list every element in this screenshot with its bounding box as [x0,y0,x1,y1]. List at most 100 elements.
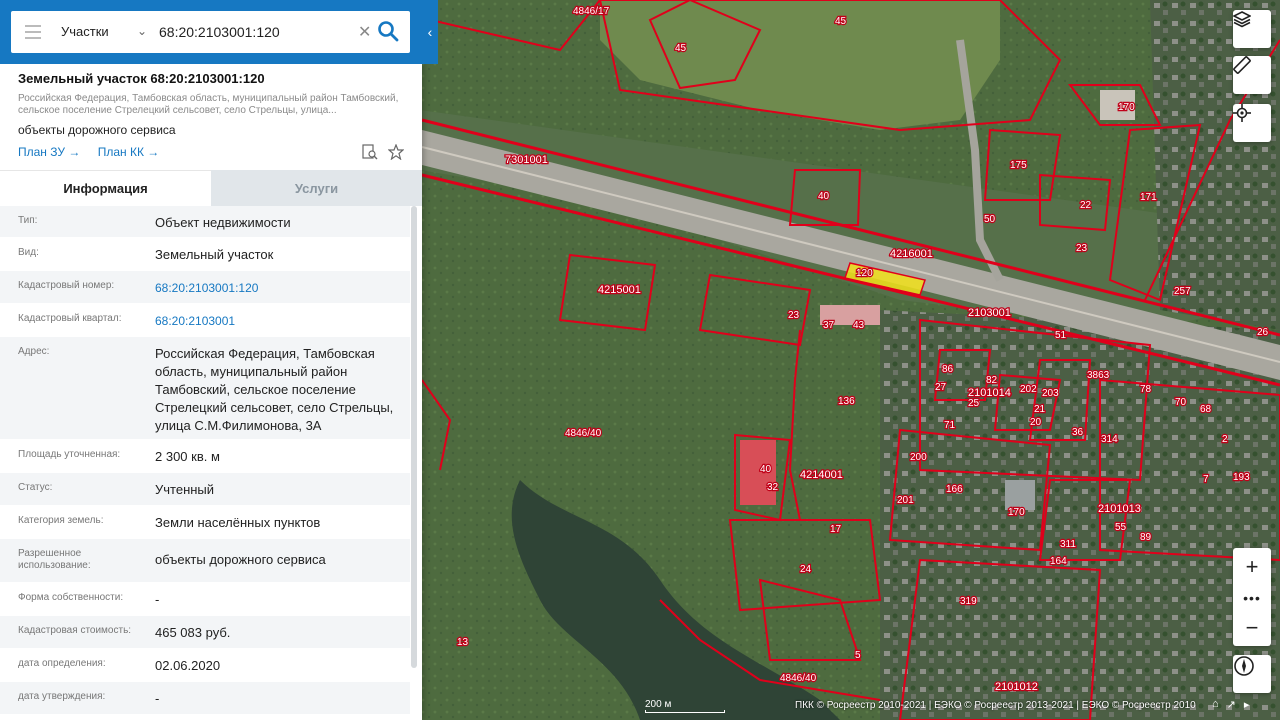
info-value: 465 083 руб. [155,625,231,640]
info-key: дата утверждения: [18,691,106,702]
tab-services[interactable]: Услуги [211,170,422,206]
parcel-label: 24 [800,564,812,575]
info-row-cadastral-quarter: Кадастровый квартал: 68:20:2103001 [0,304,410,337]
parcel-label: 170 [1118,102,1135,113]
info-key: Кадастровый номер: [18,280,115,291]
parcel-label: 32 [767,482,779,493]
home-icon[interactable]: ⌂ [1212,698,1219,711]
layers-icon [1233,11,1251,28]
info-value: объекты дорожного сервиса [155,552,326,567]
search-icon [378,21,399,42]
plan-zu-link[interactable]: План ЗУ → [18,145,80,159]
parcel-label: 71 [944,420,956,431]
parcel-label: 51 [1055,330,1067,341]
search-box: Участки ⌄ ✕ [11,11,410,53]
document-search-button[interactable] [362,144,378,165]
parcel-label: 21 [1034,404,1046,415]
tab-information[interactable]: Информация [0,170,211,206]
map-scale-bar [645,710,725,713]
parcel-label: 3863 [1087,370,1110,381]
search-type-select[interactable]: Участки [61,24,109,39]
info-value: 2 300 кв. м [155,449,220,464]
info-value: - [155,691,160,706]
info-key: Тип: [18,215,38,226]
plan-links: План ЗУ → План КК → [18,145,173,159]
parcel-label: 37 [823,320,835,331]
info-value: Земли населённых пунктов [155,515,321,530]
parcel-label: 4846/40 [565,428,602,439]
cadastral-quarter-link[interactable]: 68:20:2103001 [155,312,405,330]
print-icon[interactable]: ▸ [1244,698,1250,711]
parcel-label: 26 [1257,327,1269,338]
info-key: Адрес: [18,346,50,357]
parcel-label-selected[interactable]: 120 [855,267,875,280]
search-header: Участки ⌄ ✕ [0,0,422,64]
quarter-label: 2101012 [995,681,1038,693]
compass-icon [1234,656,1254,676]
more-button[interactable]: ••• [1233,581,1271,614]
parcel-label: 25 [968,398,980,409]
collapse-panel-button[interactable]: ‹ [422,0,438,64]
parcel-label: 20 [1030,417,1042,428]
cadastral-number-link[interactable]: 68:20:2103001:120 [155,279,405,297]
info-key: Вид: [18,247,39,258]
info-row-ownership: Форма собственности: - [0,583,410,616]
info-row-approval-date: дата утверждения: - [0,682,410,715]
plan-kk-link[interactable]: План КК → [98,145,160,159]
parcel-label: 193 [1233,472,1250,483]
parcel-label: 314 [1101,434,1118,445]
zoom-in-button[interactable]: + [1233,550,1271,583]
menu-icon[interactable] [25,25,41,39]
parcel-label: 22 [1080,200,1092,211]
chevron-down-icon[interactable]: ⌄ [137,24,147,38]
parcel-label: 43 [853,320,865,331]
parcel-label: 175 [1010,160,1027,171]
measure-button[interactable] [1233,56,1271,94]
info-key: Кадастровая стоимость: [18,625,132,636]
info-value: Российская Федерация, Тамбовская область… [155,346,394,433]
info-scrollbar[interactable] [411,206,417,668]
quarter-label: 2103001 [968,307,1011,319]
clear-icon[interactable]: ✕ [358,22,371,42]
parcel-label: 201 [897,495,914,506]
map-bottom-icons: ⌂ ↗ ▸ [1212,698,1249,711]
parcel-label: 4846/40 [780,673,817,684]
info-row-cadastral-cost: Кадастровая стоимость: 465 083 руб. [0,616,410,649]
search-input[interactable] [159,21,359,43]
parcel-label: 5 [855,650,861,661]
search-button[interactable] [377,20,401,44]
side-panel: Участки ⌄ ✕ ‹ Земельный участок 68:20:21… [0,0,438,720]
info-key: Кадастровый квартал: [18,313,122,324]
parcel-label: 257 [1174,286,1191,297]
compass-button[interactable] [1233,655,1271,693]
more-icon: ••• [1243,589,1261,606]
parcel-label: 171 [1140,192,1157,203]
info-tabs: Информация Услуги [0,170,422,206]
info-value: - [155,592,160,607]
parcel-label: 82 [986,375,998,386]
parcel-label: 40 [760,464,772,475]
info-row-category: Категория земель: Земли населённых пункт… [0,506,410,539]
map-attribution: ПКК © Росреестр 2010-2021 | ЕЭКО © Росре… [795,700,1196,711]
favorite-button[interactable] [387,143,405,165]
info-key: Площадь уточненная: [18,449,121,460]
info-row-permitted-use: Разрешенное использование: объекты дорож… [0,539,410,583]
zoom-out-button[interactable]: − [1233,611,1271,644]
parcel-label: 68 [1200,404,1212,415]
quarter-label: 4215001 [598,284,641,296]
zoom-control: + ••• − [1233,548,1271,646]
locate-button[interactable] [1233,104,1271,142]
parcel-label: 319 [960,596,977,607]
parcel-label: 2 [1222,434,1228,445]
zoom-out-icon: − [1245,614,1259,640]
parcel-label: 136 [838,396,855,407]
info-key: дата определения: [18,658,106,669]
info-value: 02.06.2020 [155,658,221,673]
layers-button[interactable] [1233,10,1271,48]
quarter-label: 4216001 [890,248,933,260]
info-row-status: Статус: Учтенный [0,473,410,506]
parcel-label: 200 [910,452,927,463]
parcel-label: 78 [1140,384,1152,395]
parcel-label: 86 [942,364,954,375]
share-icon[interactable]: ↗ [1227,698,1236,711]
